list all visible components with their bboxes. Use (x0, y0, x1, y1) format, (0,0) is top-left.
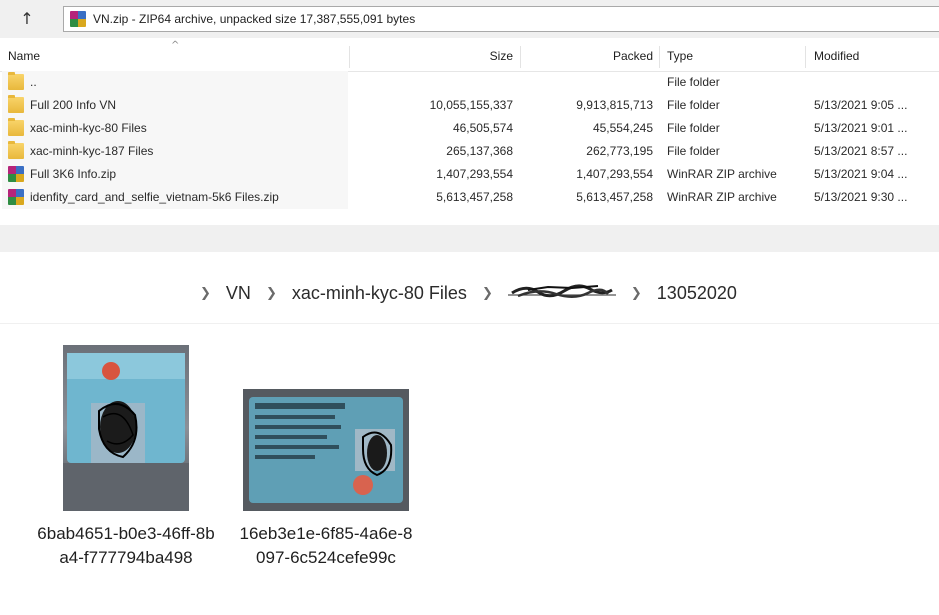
file-row[interactable]: .. File folder (0, 71, 939, 94)
column-divider[interactable] (805, 46, 806, 68)
file-row[interactable]: xac-minh-kyc-80 Files 46,505,574 45,554,… (0, 117, 939, 140)
chevron-right-icon[interactable]: ❯ (631, 286, 642, 301)
path-toolbar: ↑ VN.zip - ZIP64 archive, unpacked size … (0, 0, 939, 38)
row-name: idenfity_card_and_selfie_vietnam-5k6 Fil… (30, 190, 279, 204)
folder-icon (8, 95, 24, 113)
row-type: File folder (667, 144, 720, 158)
row-modified (814, 71, 936, 94)
column-header-modified[interactable]: Modified (814, 40, 859, 72)
chevron-right-icon: ❯ (200, 286, 211, 301)
file-row[interactable]: Full 200 Info VN 10,055,155,337 9,913,81… (0, 94, 939, 117)
list-empty-area (0, 225, 939, 252)
row-packed: 45,554,245 (592, 121, 653, 135)
winrar-archive-icon (70, 11, 86, 27)
folder-icon (8, 141, 24, 159)
row-modified: 5/13/2021 9:04 ... (814, 167, 908, 181)
row-name: .. (30, 75, 37, 89)
row-modified: 5/13/2021 9:05 ... (814, 98, 908, 112)
row-size: 5,613,457,258 (436, 190, 513, 204)
row-modified: 5/13/2021 8:57 ... (814, 144, 908, 158)
row-size: 265,137,368 (446, 144, 513, 158)
row-packed: 1,407,293,554 (576, 167, 653, 181)
row-size (350, 71, 513, 94)
row-type: File folder (667, 121, 720, 135)
column-header-type[interactable]: Type (667, 40, 693, 72)
row-name: xac-minh-kyc-80 Files (30, 121, 147, 135)
column-header-row: Name ^ Size Packed Type Modified (0, 40, 939, 72)
column-divider[interactable] (659, 46, 660, 68)
winrar-file-list-panel: ↑ VN.zip - ZIP64 archive, unpacked size … (0, 0, 939, 252)
file-thumbnail[interactable] (63, 345, 189, 511)
file-thumbnail[interactable] (243, 389, 409, 511)
file-row[interactable]: Full 3K6 Info.zip 1,407,293,554 1,407,29… (0, 163, 939, 186)
row-type: WinRAR ZIP archive (667, 167, 777, 181)
up-folder-arrow-icon[interactable]: ↑ (16, 8, 38, 30)
file-name-label[interactable]: 16eb3e1e-6f85-4a6e-8097-6c524cefe99c (236, 522, 416, 570)
redacted-breadcrumb-item (507, 284, 616, 298)
row-modified: 5/13/2021 9:30 ... (814, 190, 908, 204)
id-card-photo-image (63, 345, 189, 511)
row-type: File folder (667, 75, 720, 89)
row-size: 46,505,574 (452, 121, 513, 135)
row-name: Full 3K6 Info.zip (30, 167, 117, 181)
row-packed: 5,613,457,258 (576, 190, 653, 204)
chevron-right-icon[interactable]: ❯ (482, 286, 493, 301)
row-modified: 5/13/2021 9:01 ... (814, 121, 908, 135)
folder-icon (8, 118, 24, 136)
row-packed: 262,773,195 (586, 144, 653, 158)
archive-path-text: VN.zip - ZIP64 archive, unpacked size 17… (93, 12, 416, 26)
row-size: 10,055,155,337 (429, 98, 513, 112)
archive-path-field[interactable]: VN.zip - ZIP64 archive, unpacked size 17… (63, 6, 939, 32)
breadcrumb-item[interactable]: VN (226, 283, 251, 303)
column-header-packed[interactable]: Packed (521, 40, 653, 72)
sort-up-icon: ^ (171, 40, 180, 51)
row-packed (521, 71, 653, 94)
row-packed: 9,913,815,713 (576, 98, 653, 112)
breadcrumb-item[interactable]: xac-minh-kyc-80 Files (292, 283, 467, 303)
chevron-right-icon[interactable]: ❯ (266, 286, 277, 301)
file-row[interactable]: xac-minh-kyc-187 Files 265,137,368 262,7… (0, 140, 939, 163)
breadcrumb-item[interactable]: 13052020 (657, 283, 737, 303)
winrar-zip-icon (8, 166, 24, 182)
row-name: Full 200 Info VN (30, 98, 117, 112)
row-type: WinRAR ZIP archive (667, 190, 777, 204)
column-header-size[interactable]: Size (350, 40, 513, 72)
file-name-label[interactable]: 6bab4651-b0e3-46ff-8ba4-f777794ba498 (36, 522, 216, 570)
row-type: File folder (667, 98, 720, 112)
folder-icon (8, 72, 24, 90)
explorer-content-divider (0, 323, 939, 324)
id-card-back-photo-image (243, 389, 409, 511)
breadcrumb: ❯ VN ❯ xac-minh-kyc-80 Files ❯ ❯ 1305202… (190, 283, 737, 309)
row-name: xac-minh-kyc-187 Files (30, 144, 154, 158)
row-size: 1,407,293,554 (436, 167, 513, 181)
winrar-zip-icon (8, 189, 24, 205)
column-header-name[interactable]: Name (8, 40, 40, 72)
file-row[interactable]: idenfity_card_and_selfie_vietnam-5k6 Fil… (0, 186, 939, 209)
